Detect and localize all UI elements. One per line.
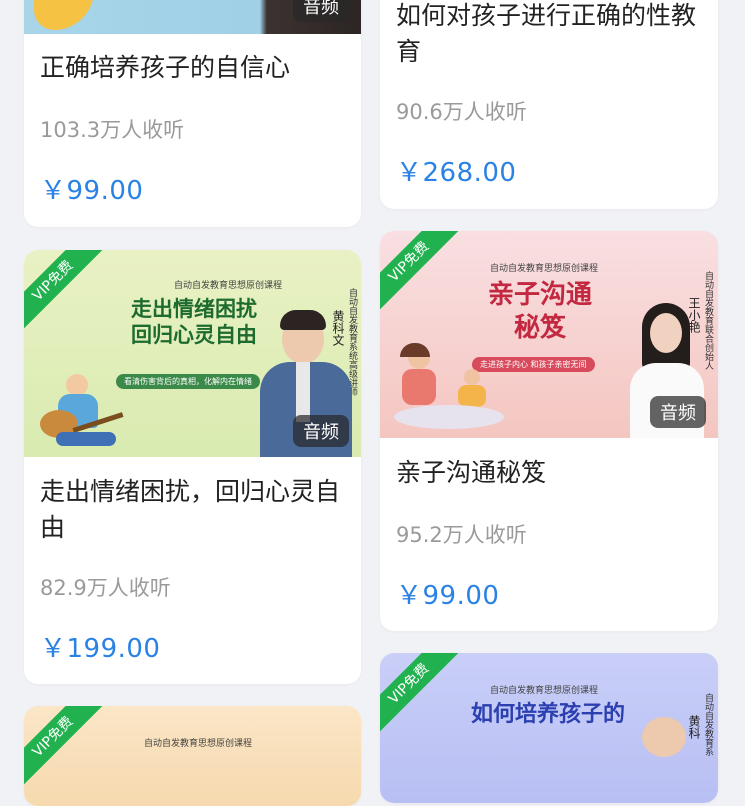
cover-author-name: 黄科 xyxy=(687,715,701,739)
course-cover-image: VIP免费 自动自发教育思想原创课程 xyxy=(24,706,361,806)
course-cover-image: VIP免费 自动自发教育思想原创课程 亲子沟通 秘笈 走进孩子内心 和孩子亲密无… xyxy=(380,231,718,438)
vip-free-ribbon: VIP免费 xyxy=(24,706,109,793)
listener-count: 95.2万人收听 xyxy=(396,523,527,547)
course-card[interactable]: VIP免费 自动自发教育思想原创课程 如何培养孩子的 自动自发教育系 黄科 xyxy=(380,653,718,803)
cover-series-label: 自动自发教育思想原创课程 xyxy=(144,739,253,749)
course-price: ￥268.00 xyxy=(396,158,517,188)
course-price: ￥99.00 xyxy=(396,581,500,611)
presenter-photo xyxy=(642,717,686,757)
audio-badge: 音频 xyxy=(293,0,349,22)
cover-headline: 走出情绪困扰 回归心灵自由 xyxy=(131,297,257,348)
cover-series-label: 自动自发教育思想原创课程 xyxy=(174,281,283,291)
course-title: 正确培养孩子的自信心 xyxy=(40,53,291,82)
course-card[interactable]: 如何对孩子进行正确的性教育 90.6万人收听 ￥268.00 xyxy=(380,0,718,209)
audio-badge: 音频 xyxy=(650,396,706,428)
child-guitar-illustration xyxy=(36,370,126,450)
course-title: 亲子沟通秘笈 xyxy=(396,458,547,487)
course-title: 如何对孩子进行正确的性教育 xyxy=(396,1,697,66)
course-title: 走出情绪困扰，回归心灵自由 xyxy=(40,477,341,542)
vip-free-ribbon: VIP免费 xyxy=(380,231,465,318)
listener-count: 90.6万人收听 xyxy=(396,100,527,124)
listener-count: 103.3万人收听 xyxy=(40,118,185,142)
course-cover-image: 音频 xyxy=(24,0,361,34)
audio-badge: 音频 xyxy=(293,415,349,447)
course-cover-image: VIP免费 自动自发教育思想原创课程 走出情绪困扰 回归心灵自由 看清伤害背后的… xyxy=(24,250,361,457)
cover-tagline: 看清伤害背后的真相，化解内在情绪 xyxy=(116,374,260,389)
course-card[interactable]: VIP免费 自动自发教育思想原创课程 走出情绪困扰 回归心灵自由 看清伤害背后的… xyxy=(24,250,361,684)
cover-series-label: 自动自发教育思想原创课程 xyxy=(490,264,599,274)
vip-free-ribbon: VIP免费 xyxy=(24,250,109,337)
mother-child-illustration xyxy=(394,343,504,433)
listener-count: 82.9万人收听 xyxy=(40,576,171,600)
cover-author-title: 自动自发教育系 xyxy=(703,693,713,756)
cover-series-label: 自动自发教育思想原创课程 xyxy=(490,686,599,696)
course-card[interactable]: VIP免费 自动自发教育思想原创课程 xyxy=(24,706,361,806)
course-cover-image: VIP免费 自动自发教育思想原创课程 如何培养孩子的 自动自发教育系 黄科 xyxy=(380,653,718,803)
decorative-illustration xyxy=(34,0,94,30)
cover-headline: 如何培养孩子的 xyxy=(470,702,625,727)
course-price: ￥199.00 xyxy=(40,634,161,664)
cover-headline: 亲子沟通 秘笈 xyxy=(487,280,592,343)
course-price: ￥99.00 xyxy=(40,176,144,206)
course-card[interactable]: 音频 正确培养孩子的自信心 103.3万人收听 ￥99.00 xyxy=(24,0,361,227)
course-card[interactable]: VIP免费 自动自发教育思想原创课程 亲子沟通 秘笈 走进孩子内心 和孩子亲密无… xyxy=(380,231,718,631)
